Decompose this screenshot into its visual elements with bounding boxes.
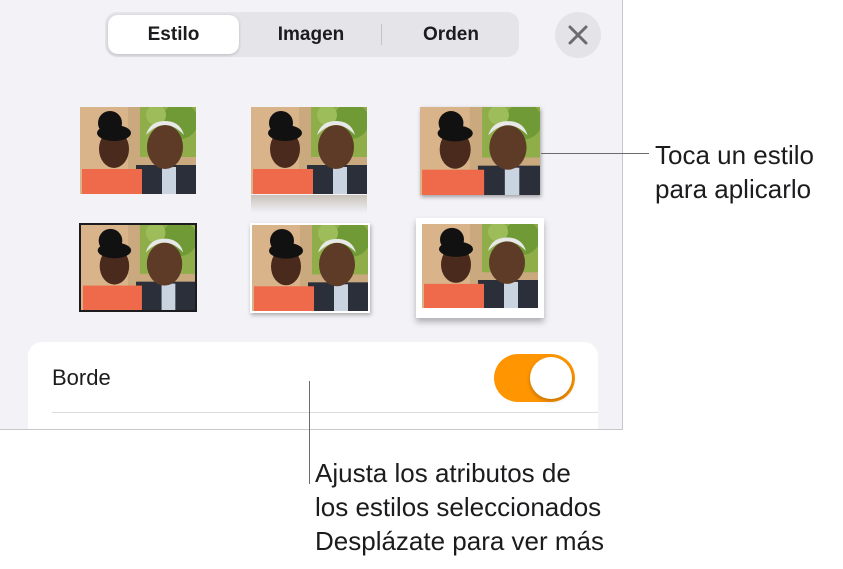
style-thumbnail-4[interactable] xyxy=(79,223,197,312)
border-settings-card: Borde xyxy=(28,342,598,429)
close-icon xyxy=(568,25,588,45)
tab-arrange[interactable]: Orden xyxy=(386,15,516,54)
border-label: Borde xyxy=(52,365,111,390)
callout-styles-line-2: para aplicarlo xyxy=(655,174,812,204)
callout-line-attributes xyxy=(309,381,310,484)
callout-attributes-line-1: Ajusta los atributos de xyxy=(315,458,571,488)
callout-attributes-line-3: Desplázate para ver más xyxy=(315,526,605,556)
photo-thumbnail xyxy=(420,107,540,195)
segment-divider xyxy=(381,24,382,45)
thumbnail-reflection xyxy=(251,195,367,213)
callout-styles: Toca un estilo para aplicarlo xyxy=(655,138,814,206)
border-toggle[interactable] xyxy=(494,354,575,402)
photo-thumbnail xyxy=(80,107,196,194)
format-panel: Estilo Imagen Orden Borde xyxy=(0,0,623,430)
toggle-knob xyxy=(530,357,572,399)
photo-thumbnail xyxy=(81,225,195,310)
callout-attributes-line-2: los estilos seleccionados xyxy=(315,492,602,522)
row-divider xyxy=(52,412,598,413)
callout-attributes: Ajusta los atributos de los estilos sele… xyxy=(315,456,604,558)
photo-thumbnail xyxy=(422,224,538,308)
callout-styles-line-1: Toca un estilo xyxy=(655,140,814,170)
close-button[interactable] xyxy=(555,12,601,58)
style-thumbnail-5[interactable] xyxy=(250,223,370,313)
format-segmented-control: Estilo Imagen Orden xyxy=(105,12,519,57)
style-thumbnail-3[interactable] xyxy=(420,107,540,195)
style-thumbnail-2[interactable] xyxy=(251,107,367,194)
style-thumbnail-1[interactable] xyxy=(80,107,196,194)
photo-thumbnail xyxy=(251,107,367,194)
tab-image[interactable]: Imagen xyxy=(245,15,377,54)
style-thumbnail-6[interactable] xyxy=(416,218,544,318)
tab-style[interactable]: Estilo xyxy=(108,15,239,54)
photo-thumbnail xyxy=(252,225,368,311)
callout-line-styles xyxy=(541,153,649,154)
